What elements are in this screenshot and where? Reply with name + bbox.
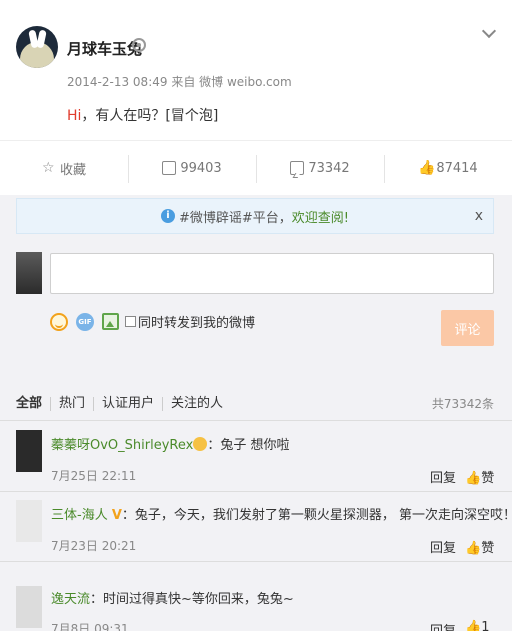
like-count: 87414: [436, 160, 478, 176]
repost-count: 99403: [180, 160, 222, 176]
comment-item: 三体-海人 V：兔子，今天，我们发射了第一颗火星探测器， 第一次走向深空哎！ 7…: [0, 492, 512, 562]
comment-username[interactable]: 蓁蓁呀OvO_ShirleyRex: [51, 438, 193, 453]
emoji-icon[interactable]: [50, 312, 68, 331]
comment-total: 共73342条: [431, 397, 494, 411]
post-content-greeting: Hi: [67, 108, 82, 124]
comment-avatar[interactable]: [16, 586, 42, 628]
like-icon: 👍: [418, 160, 436, 176]
repost-checkbox[interactable]: [125, 316, 136, 327]
comment-button[interactable]: 73342: [256, 141, 384, 195]
comment-like-label: 赞: [481, 471, 495, 486]
repost-icon: [162, 161, 177, 175]
comment-like-button[interactable]: 👍赞: [465, 467, 494, 486]
reply-button[interactable]: 回复: [430, 467, 456, 486]
like-button[interactable]: 👍 87414: [384, 141, 512, 195]
comment-username[interactable]: 三体-海人: [51, 508, 108, 523]
repost-checkbox-label: 同时转发到我的微博: [138, 316, 256, 331]
post-content: Hi，有人在吗？[冒个泡]: [67, 105, 218, 125]
weibo-post: 月球车玉兔 2014-2-13 08:49 来自 微博 weibo.com Hi…: [0, 0, 512, 140]
filter-hot[interactable]: 热门: [50, 396, 93, 411]
post-content-text: ，有人在吗？[冒个泡]: [81, 108, 219, 124]
post-meta: 2014-2-13 08:49 来自 微博 weibo.com: [67, 75, 292, 89]
comment-avatar[interactable]: [16, 430, 42, 472]
divider: [0, 420, 512, 421]
comment-text-line: 逸天流：时间过得真快~等你回来，兔兔~: [51, 588, 294, 607]
notice-prefix: #微博辟谣#平台，: [178, 210, 292, 226]
chevron-down-icon[interactable]: [481, 23, 497, 39]
comment-time: 7月25日 22:11: [51, 469, 137, 483]
comment-like-label: 1: [481, 620, 490, 631]
comment-like-button[interactable]: 👍赞: [465, 537, 494, 556]
reply-button[interactable]: 回复: [430, 620, 456, 631]
comment-text-line: 三体-海人 V：兔子，今天，我们发射了第一颗火星探测器， 第一次走向深空哎！: [51, 504, 512, 523]
star-icon: ☆: [41, 160, 55, 176]
comment-username[interactable]: 逸天流: [51, 592, 90, 607]
comment-avatar[interactable]: [16, 500, 42, 542]
notice-banner: i #微博辟谣#平台， 欢迎查阅! x: [16, 198, 494, 234]
info-icon: i: [160, 209, 175, 223]
comment-count: 73342: [308, 160, 350, 176]
comment-text: ：时间过得真快~等你回来，兔兔~: [90, 592, 294, 607]
verified-badge-icon: V: [111, 508, 122, 523]
comment-input[interactable]: [50, 253, 494, 294]
smile-emoji-icon: [193, 437, 208, 451]
avatar[interactable]: [16, 26, 58, 68]
comment-like-button[interactable]: 👍1: [465, 620, 489, 631]
comment-text: ：兔子，今天，我们发射了第一颗火星探测器， 第一次走向深空哎！: [121, 508, 512, 523]
favorite-button[interactable]: ☆ 收藏: [0, 141, 128, 195]
composer-tools: GIF 同时转发到我的微博: [50, 312, 255, 331]
comment-item: 蓁蓁呀OvO_ShirleyRex ：兔子 想你啦 7月25日 22:11 回复 …: [0, 422, 512, 492]
filter-verified[interactable]: 认证用户: [93, 396, 162, 411]
comment-time: 7月8日 09:31: [51, 622, 129, 631]
submit-comment-button[interactable]: 评论: [441, 310, 494, 346]
composer-avatar: [16, 252, 42, 294]
divider: [0, 561, 512, 562]
repost-button[interactable]: 99403: [128, 141, 256, 195]
filter-following[interactable]: 关注的人: [162, 396, 231, 411]
post-username[interactable]: 月球车玉兔: [67, 38, 142, 59]
filter-all[interactable]: 全部: [16, 396, 50, 411]
action-bar: ☆ 收藏 99403 73342 👍 87414: [0, 140, 512, 195]
comment-filters: 全部 热门 认证用户 关注的人 共73342条: [16, 395, 494, 412]
comment-time: 7月23日 20:21: [51, 539, 137, 553]
vip-badge-icon: [132, 38, 146, 52]
comment-text: ：兔子 想你啦: [207, 438, 290, 453]
favorite-label: 收藏: [59, 162, 86, 178]
notice-link[interactable]: 欢迎查阅!: [292, 207, 349, 226]
image-icon[interactable]: [102, 313, 119, 330]
comment-icon: [290, 161, 305, 175]
reply-button[interactable]: 回复: [430, 537, 456, 556]
comment-item: 逸天流：时间过得真快~等你回来，兔兔~ 7月8日 09:31 回复 👍1: [0, 576, 512, 631]
gif-icon[interactable]: GIF: [76, 312, 94, 331]
comment-text-line: 蓁蓁呀OvO_ShirleyRex ：兔子 想你啦: [51, 434, 289, 453]
comment-like-label: 赞: [481, 541, 495, 556]
close-icon[interactable]: x: [475, 208, 483, 224]
